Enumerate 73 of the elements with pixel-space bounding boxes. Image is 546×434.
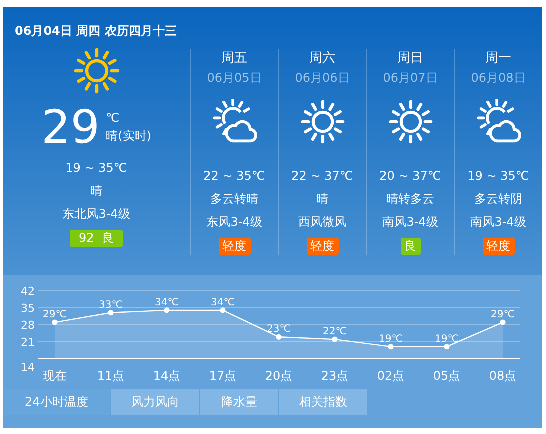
air-quality-badge: 轻度 bbox=[218, 238, 250, 255]
data-point bbox=[276, 334, 282, 340]
weather-condition: 晴 bbox=[316, 191, 328, 208]
value-label: 29℃ bbox=[491, 310, 515, 321]
axis-label: 21 bbox=[21, 336, 35, 349]
weather-condition: 晴 bbox=[90, 183, 102, 200]
axis-label: 17点 bbox=[209, 369, 237, 383]
axis-label: 42 bbox=[21, 285, 35, 298]
date-label: 06月07日 bbox=[383, 70, 438, 87]
air-quality-badge: 良 bbox=[400, 238, 420, 255]
data-point bbox=[500, 320, 506, 326]
temperature-range: 20 ~ 37℃ bbox=[380, 168, 442, 185]
wind-label: 东风3-4级 bbox=[206, 214, 262, 231]
weekday-label: 周六 bbox=[310, 50, 336, 68]
axis-label: 14 bbox=[21, 361, 35, 374]
chart-tab[interactable]: 相关指数 bbox=[279, 389, 368, 415]
value-label: 19℃ bbox=[435, 334, 459, 345]
value-label: 29℃ bbox=[43, 310, 67, 321]
sun-cloud-icon bbox=[476, 99, 522, 145]
temperature-range: 22 ~ 35℃ bbox=[204, 168, 266, 185]
current-temperature: 29 bbox=[42, 104, 100, 150]
chart-tab[interactable]: 降水量 bbox=[200, 389, 278, 415]
data-point bbox=[108, 310, 114, 316]
data-point bbox=[52, 320, 58, 326]
current-condition: 晴(实时) bbox=[106, 128, 152, 145]
air-quality-badge: 轻度 bbox=[482, 238, 514, 255]
value-label: 23℃ bbox=[267, 324, 291, 336]
weather-condition: 多云转晴 bbox=[210, 191, 258, 208]
axis-label: 28 bbox=[21, 319, 35, 332]
axis-label: 35 bbox=[21, 302, 35, 315]
sun-cloud-icon bbox=[212, 99, 258, 145]
data-point bbox=[444, 344, 450, 350]
axis-label: 14点 bbox=[153, 369, 181, 383]
weather-condition: 多云转阴 bbox=[474, 191, 522, 208]
value-label: 34℃ bbox=[155, 297, 179, 308]
data-point bbox=[220, 308, 226, 314]
data-point bbox=[164, 308, 170, 314]
unit-label: ℃ bbox=[106, 110, 121, 127]
sun-icon bbox=[388, 99, 434, 145]
axis-label: 23点 bbox=[321, 369, 349, 383]
value-label: 22℃ bbox=[323, 326, 347, 338]
sun-icon bbox=[300, 99, 346, 145]
date-label: 06月06日 bbox=[295, 70, 350, 87]
axis-label: 08点 bbox=[489, 369, 517, 383]
temperature-range: 19 ~ 35℃ bbox=[66, 160, 128, 177]
temperature-range: 19 ~ 35℃ bbox=[468, 168, 530, 185]
date-label: 06月08日 bbox=[471, 70, 526, 87]
chart-tab[interactable]: 24小时温度 bbox=[3, 389, 110, 415]
axis-label: 现在 bbox=[43, 369, 67, 383]
value-label: 19℃ bbox=[379, 334, 403, 345]
date-line: 06月04日 周四 农历四月十三 bbox=[15, 24, 177, 38]
weekday-label: 周一 bbox=[486, 50, 512, 68]
date-label: 06月05日 bbox=[207, 70, 262, 87]
value-label: 34℃ bbox=[211, 297, 235, 308]
axis-label: 05点 bbox=[433, 369, 461, 383]
air-quality-badge: 轻度 bbox=[306, 238, 338, 255]
axis-label: 20点 bbox=[265, 369, 293, 383]
weekday-label: 周日 bbox=[398, 50, 424, 68]
value-label: 33℃ bbox=[99, 300, 123, 311]
weather-condition: 晴转多云 bbox=[386, 191, 434, 208]
weekday-label: 周五 bbox=[222, 50, 248, 68]
air-quality-badge: 92 良 bbox=[70, 230, 123, 247]
wind-label: 南风3-4级 bbox=[470, 214, 526, 231]
axis-label: 11点 bbox=[97, 369, 125, 383]
wind-label: 东北风3-4级 bbox=[62, 206, 130, 223]
axis-label: 02点 bbox=[377, 369, 405, 383]
wind-label: 南风3-4级 bbox=[382, 214, 438, 231]
wind-label: 西风微风 bbox=[298, 214, 346, 231]
data-point bbox=[388, 344, 394, 350]
temperature-range: 22 ~ 37℃ bbox=[292, 168, 354, 185]
chart-tab[interactable]: 风力风向 bbox=[111, 389, 200, 415]
data-point bbox=[332, 336, 338, 342]
sun-icon bbox=[72, 47, 120, 95]
